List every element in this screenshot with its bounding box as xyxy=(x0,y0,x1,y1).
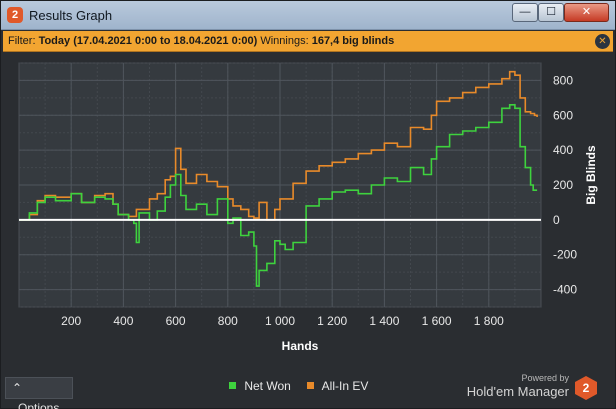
winnings-value: 167,4 big blinds xyxy=(311,35,395,47)
clear-filter-icon[interactable]: ✕ xyxy=(595,34,610,49)
brand-logo: Powered by Hold'em Manager 2 xyxy=(467,373,611,407)
winnings-label: Winnings: xyxy=(260,35,309,47)
filter-text: Filter: Today (17.04.2021 0:00 to 18.04.… xyxy=(8,31,394,52)
x-tick-label: 1 800 xyxy=(474,314,504,328)
window-title: Results Graph xyxy=(29,8,113,23)
minimize-button[interactable]: — xyxy=(512,3,538,22)
y-tick-label: -200 xyxy=(553,248,577,262)
results-chart: -400 -200 0 200 400 600 800 200 400 600 800 1 000 1 … xyxy=(18,62,598,353)
legend-swatch xyxy=(307,382,314,389)
app-logo-icon: 2 xyxy=(7,7,23,23)
powered-by-text: Powered by xyxy=(521,373,569,383)
results-graph-window: 2 Results Graph — ☐ ✕ Filter: Today (17.… xyxy=(0,0,616,409)
legend-label: All-In EV xyxy=(321,379,369,393)
close-button[interactable]: ✕ xyxy=(564,3,609,22)
title-bar[interactable]: 2 Results Graph — ☐ ✕ xyxy=(1,1,615,30)
legend-item-net-won[interactable]: Net Won xyxy=(229,379,291,393)
x-tick-label: 200 xyxy=(61,314,81,328)
x-axis-title: Hands xyxy=(282,339,319,353)
hem-logo-icon: 2 xyxy=(575,376,597,400)
x-tick-label: 800 xyxy=(218,314,238,328)
brand-name: Hold'em Manager xyxy=(466,384,569,399)
y-tick-label: 200 xyxy=(553,178,573,192)
y-axis-title: Big Blinds xyxy=(584,145,598,205)
x-tick-label: 1 000 xyxy=(265,314,295,328)
legend-label: Net Won xyxy=(244,379,291,393)
chevron-up-icon: ⌃ xyxy=(12,381,23,395)
x-tick-label: 400 xyxy=(113,314,133,328)
legend-item-all-in-ev[interactable]: All-In EV xyxy=(307,379,368,393)
x-tick-label: 600 xyxy=(166,314,186,328)
bottom-bar: ⌃ Options Net Won All-In EV Powered by H… xyxy=(1,373,615,409)
y-tick-label: 800 xyxy=(553,73,573,87)
x-tick-label: 1 600 xyxy=(422,314,452,328)
filter-value: Today (17.04.2021 0:00 to 18.04.2021 0:0… xyxy=(38,35,258,47)
filter-bar: Filter: Today (17.04.2021 0:00 to 18.04.… xyxy=(3,31,613,52)
y-tick-label: -400 xyxy=(553,283,577,297)
filter-label: Filter: xyxy=(8,35,36,47)
x-tick-label: 1 200 xyxy=(317,314,347,328)
y-tick-label: 400 xyxy=(553,143,573,157)
options-button[interactable]: ⌃ Options xyxy=(5,377,73,409)
maximize-button[interactable]: ☐ xyxy=(538,3,564,22)
y-tick-label: 600 xyxy=(553,108,573,122)
legend-swatch xyxy=(229,382,236,389)
options-label: Options xyxy=(18,401,60,409)
y-tick-label: 0 xyxy=(553,213,560,227)
x-tick-label: 1 400 xyxy=(369,314,399,328)
